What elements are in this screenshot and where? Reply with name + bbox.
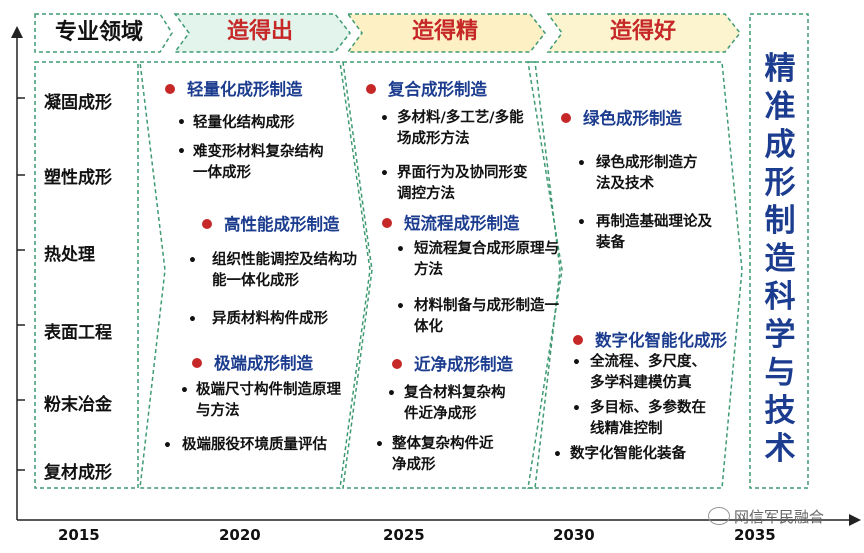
bullet-dot: [561, 113, 571, 123]
heading-text: 绿色成形制造: [583, 109, 682, 128]
stage1-item: 异质材料构件成形: [212, 311, 328, 327]
bullet-mark: •: [188, 312, 197, 328]
heading-text: 高性能成形制造: [224, 215, 340, 234]
stage2-item: 短流程复合成形原理与方法: [414, 241, 559, 278]
bullet-mark: •: [572, 401, 581, 417]
heading-text: 短流程成形制造: [404, 214, 520, 233]
bullet-dot: [392, 359, 402, 369]
field-item: 粉末冶金: [44, 395, 112, 415]
year-label: 2020: [219, 526, 261, 544]
bullet-mark: •: [177, 144, 186, 160]
stage2-item: 界面行为及协同形变调控方法: [397, 165, 528, 202]
header-stage2-label: 造得精: [411, 19, 478, 44]
bullet-dot: [165, 84, 175, 94]
bullet-mark: •: [577, 156, 586, 172]
bullet-mark: •: [553, 447, 562, 463]
bullet-mark: •: [188, 253, 197, 269]
year-label: 2015: [58, 526, 100, 544]
field-item: 表面工程: [44, 323, 112, 343]
bullet-mark: •: [380, 166, 389, 182]
watermark-text: 网信军民融合: [734, 508, 825, 526]
header-stage1-label: 造得出: [226, 19, 293, 44]
stage3-item: 再制造基础理论及装备: [596, 214, 712, 251]
heading-text: 复合成形制造: [388, 80, 487, 99]
goal-title: 精准成形制造科学与技术: [764, 51, 796, 467]
bullet-mark: •: [163, 438, 172, 454]
year-label: 2025: [383, 526, 425, 544]
field-column-box: [34, 61, 139, 489]
heading-text: 近净成形制造: [414, 355, 513, 374]
bullet-mark: •: [396, 242, 405, 258]
bullet-mark: •: [380, 111, 389, 127]
bullet-mark: •: [572, 355, 581, 371]
bullet-dot: [382, 218, 392, 228]
watermark: 网信军民融合: [708, 506, 824, 527]
bullet-mark: •: [396, 299, 405, 315]
field-item: 塑性成形: [44, 168, 112, 188]
header-field-label: 专业领域: [54, 20, 143, 45]
bullet-dot: [202, 219, 212, 229]
field-item: 复材成形: [44, 463, 112, 483]
stage3-heading: 数字化智能化成形: [573, 327, 727, 351]
stage2-item: 整体复杂构件近净成形: [392, 436, 494, 473]
year-label: 2035: [734, 526, 776, 544]
bullet-dot: [192, 358, 202, 368]
stage3-heading: 绿色成形制造: [561, 105, 682, 129]
header-stage3-label: 造得好: [609, 19, 676, 44]
stage2-heading: 近净成形制造: [392, 351, 513, 375]
stage1-item: 组织性能调控及结构功能一体化成形: [212, 252, 357, 289]
field-item: 凝固成形: [44, 93, 112, 113]
stage1-item: 极端服役环境质量评估: [182, 437, 327, 453]
bullet-mark: •: [177, 115, 186, 131]
heading-text: 极端成形制造: [214, 354, 313, 373]
stage1-heading: 极端成形制造: [192, 350, 313, 374]
stage1-item: 轻量化结构成形: [193, 115, 295, 131]
stage2-item: 复合材料复杂构件近净成形: [404, 385, 506, 422]
stage2-heading: 复合成形制造: [366, 76, 487, 100]
year-label: 2030: [553, 526, 595, 544]
stage2-item: 多材料/多工艺/多能场成形方法: [397, 110, 524, 147]
heading-text: 数字化智能化成形: [595, 331, 727, 350]
stage2-heading: 短流程成形制造: [382, 210, 520, 234]
stage1-heading: 高性能成形制造: [202, 211, 340, 235]
bullet-mark: •: [180, 383, 189, 399]
stage3-item: 多目标、多参数在线精准控制: [590, 400, 706, 437]
stage3-item: 绿色成形制造方法及技术: [596, 155, 698, 192]
field-item: 热处理: [44, 245, 95, 265]
stage1-item: 极端尺寸构件制造原理与方法: [196, 382, 341, 419]
bullet-dot: [573, 335, 583, 345]
stage3-item: 数字化智能化装备: [570, 446, 686, 462]
bullet-mark: •: [387, 386, 396, 402]
wechat-icon: [708, 507, 730, 525]
stage1-heading: 轻量化成形制造: [165, 76, 303, 100]
bullet-dot: [366, 84, 376, 94]
bullet-mark: •: [375, 437, 384, 453]
stage2-item: 材料制备与成形制造一体化: [414, 298, 559, 335]
stage3-item: 全流程、多尺度、多学科建模仿真: [590, 354, 706, 391]
stage1-item: 难变形材料复杂结构一体成形: [193, 144, 324, 181]
bullet-mark: •: [577, 215, 586, 231]
heading-text: 轻量化成形制造: [187, 80, 303, 99]
